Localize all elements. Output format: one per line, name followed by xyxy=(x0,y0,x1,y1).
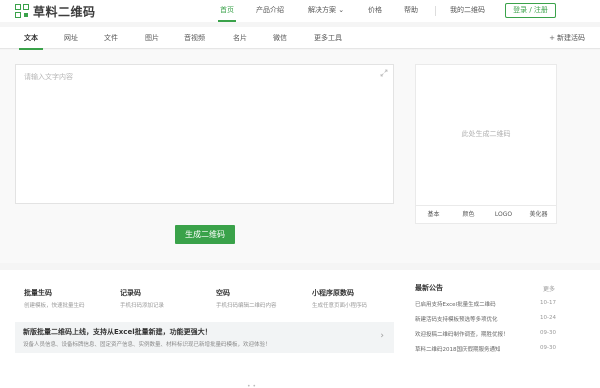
nav-solutions[interactable]: 解决方案 ⌄ xyxy=(308,0,344,22)
tab-more-tools[interactable]: 更多工具 xyxy=(314,27,342,49)
chevron-right-icon: › xyxy=(380,331,384,341)
nav-pricing[interactable]: 价格 xyxy=(368,0,382,22)
text-input-placeholder: 请输入文字内容 xyxy=(24,73,73,81)
tab-url[interactable]: 网址 xyxy=(64,27,78,49)
news-item-text: 欢迎投稿二维码制作调查，期胜优报！ xyxy=(415,332,509,338)
news-item-date: 09-30 xyxy=(540,345,556,351)
feature-title: 批量生码 xyxy=(24,289,52,297)
banner-desc: 设备人员信息、设备标牌信息、固定资产信息、实例数量、材料标识现已新增批量码模板，… xyxy=(23,342,271,348)
nav-help[interactable]: 帮助 xyxy=(404,0,418,22)
plus-icon: + xyxy=(549,34,555,42)
tab-text[interactable]: 文本 xyxy=(19,27,43,50)
tab-business-card[interactable]: 名片 xyxy=(233,27,247,49)
logo-text: 草料二维码 xyxy=(33,4,96,19)
text-content-input[interactable]: 请输入文字内容 xyxy=(15,64,394,204)
feature-desc: 手机扫码添加记录 xyxy=(120,303,165,309)
news-item-date: 09-30 xyxy=(540,330,556,336)
banner-title: 新版批量二维码上线，支持从Excel批量新建，功能更强大！ xyxy=(23,328,212,336)
news-item[interactable]: 新建活码支持模板预选等多项优化 10-24 xyxy=(415,315,556,325)
announcement-banner[interactable]: 新版批量二维码上线，支持从Excel批量新建，功能更强大！ 设备人员信息、设备标… xyxy=(15,322,394,353)
news-item-text: 已启用支持Excel批量生成二维码 xyxy=(415,302,496,308)
style-tab-logo[interactable]: LOGO xyxy=(486,206,521,223)
nav-my-codes[interactable]: 我的二维码 xyxy=(450,0,485,22)
tab-wechat[interactable]: 微信 xyxy=(273,27,287,49)
qr-logo-icon xyxy=(15,4,29,18)
feature-desc: 手机扫码编辑二维码内容 xyxy=(216,303,277,309)
feature-title: 记录码 xyxy=(120,289,141,297)
news-item-text: 新建活码支持模板预选等多项优化 xyxy=(415,317,498,323)
feature-miniprogram-code[interactable]: 小程序原数码 生成任意页面小程序码 xyxy=(312,288,367,309)
new-live-code-button[interactable]: + 新建活码 xyxy=(549,27,585,49)
news-item[interactable]: 欢迎投稿二维码制作调查，期胜优报！ 09-30 xyxy=(415,330,556,340)
qr-preview-panel: 此处生成二维码 基本 颜色 LOGO 美化器 xyxy=(415,64,557,224)
news-more-link[interactable]: 更多 xyxy=(543,284,555,293)
expand-icon[interactable] xyxy=(380,69,388,77)
tab-audio-video[interactable]: 音视频 xyxy=(184,27,205,49)
news-item-text: 草料二维码2018国庆假期服务通知 xyxy=(415,347,501,353)
news-item-date: 10-17 xyxy=(540,300,556,306)
feature-desc: 生成任意页面小程序码 xyxy=(312,303,368,309)
nav-home[interactable]: 首页 xyxy=(218,0,236,22)
style-tab-beautifier[interactable]: 美化器 xyxy=(521,206,556,223)
login-register-button[interactable]: 登录 / 注册 xyxy=(505,3,556,18)
top-header: 草料二维码 首页 产品介绍 解决方案 ⌄ 价格 帮助 我的二维码 登录 / 注册 xyxy=(0,0,600,22)
qr-preview-placeholder: 此处生成二维码 xyxy=(461,130,511,138)
style-tabs: 基本 颜色 LOGO 美化器 xyxy=(416,205,556,223)
generate-qr-button[interactable]: 生成二维码 xyxy=(175,225,235,244)
logo[interactable]: 草料二维码 xyxy=(15,3,96,19)
news-item[interactable]: 草料二维码2018国庆假期服务通知 09-30 xyxy=(415,345,556,355)
news-item-date: 10-24 xyxy=(540,315,556,321)
feature-batch-code[interactable]: 批量生码 创建模板，快速批量生码 xyxy=(24,288,85,309)
feature-title: 小程序原数码 xyxy=(312,289,354,297)
news-item[interactable]: 已启用支持Excel批量生成二维码 10-17 xyxy=(415,300,556,310)
tab-image[interactable]: 图片 xyxy=(145,27,159,49)
style-tab-basic[interactable]: 基本 xyxy=(416,206,451,223)
tab-file[interactable]: 文件 xyxy=(104,27,118,49)
feature-title: 空码 xyxy=(216,289,230,297)
style-tab-color[interactable]: 颜色 xyxy=(451,206,486,223)
footer-dots: • • xyxy=(247,383,256,388)
nav-divider xyxy=(435,6,436,16)
news-title: 最新公告 xyxy=(415,284,443,292)
feature-desc: 创建模板，快速批量生码 xyxy=(24,303,85,309)
content-type-tabs: 文本 网址 文件 图片 音视频 名片 微信 更多工具 + 新建活码 xyxy=(0,27,600,50)
new-live-code-label: 新建活码 xyxy=(557,34,585,42)
nav-product[interactable]: 产品介绍 xyxy=(256,0,284,22)
feature-blank-code[interactable]: 空码 手机扫码编辑二维码内容 xyxy=(216,288,277,309)
feature-record-code[interactable]: 记录码 手机扫码添加记录 xyxy=(120,288,164,309)
